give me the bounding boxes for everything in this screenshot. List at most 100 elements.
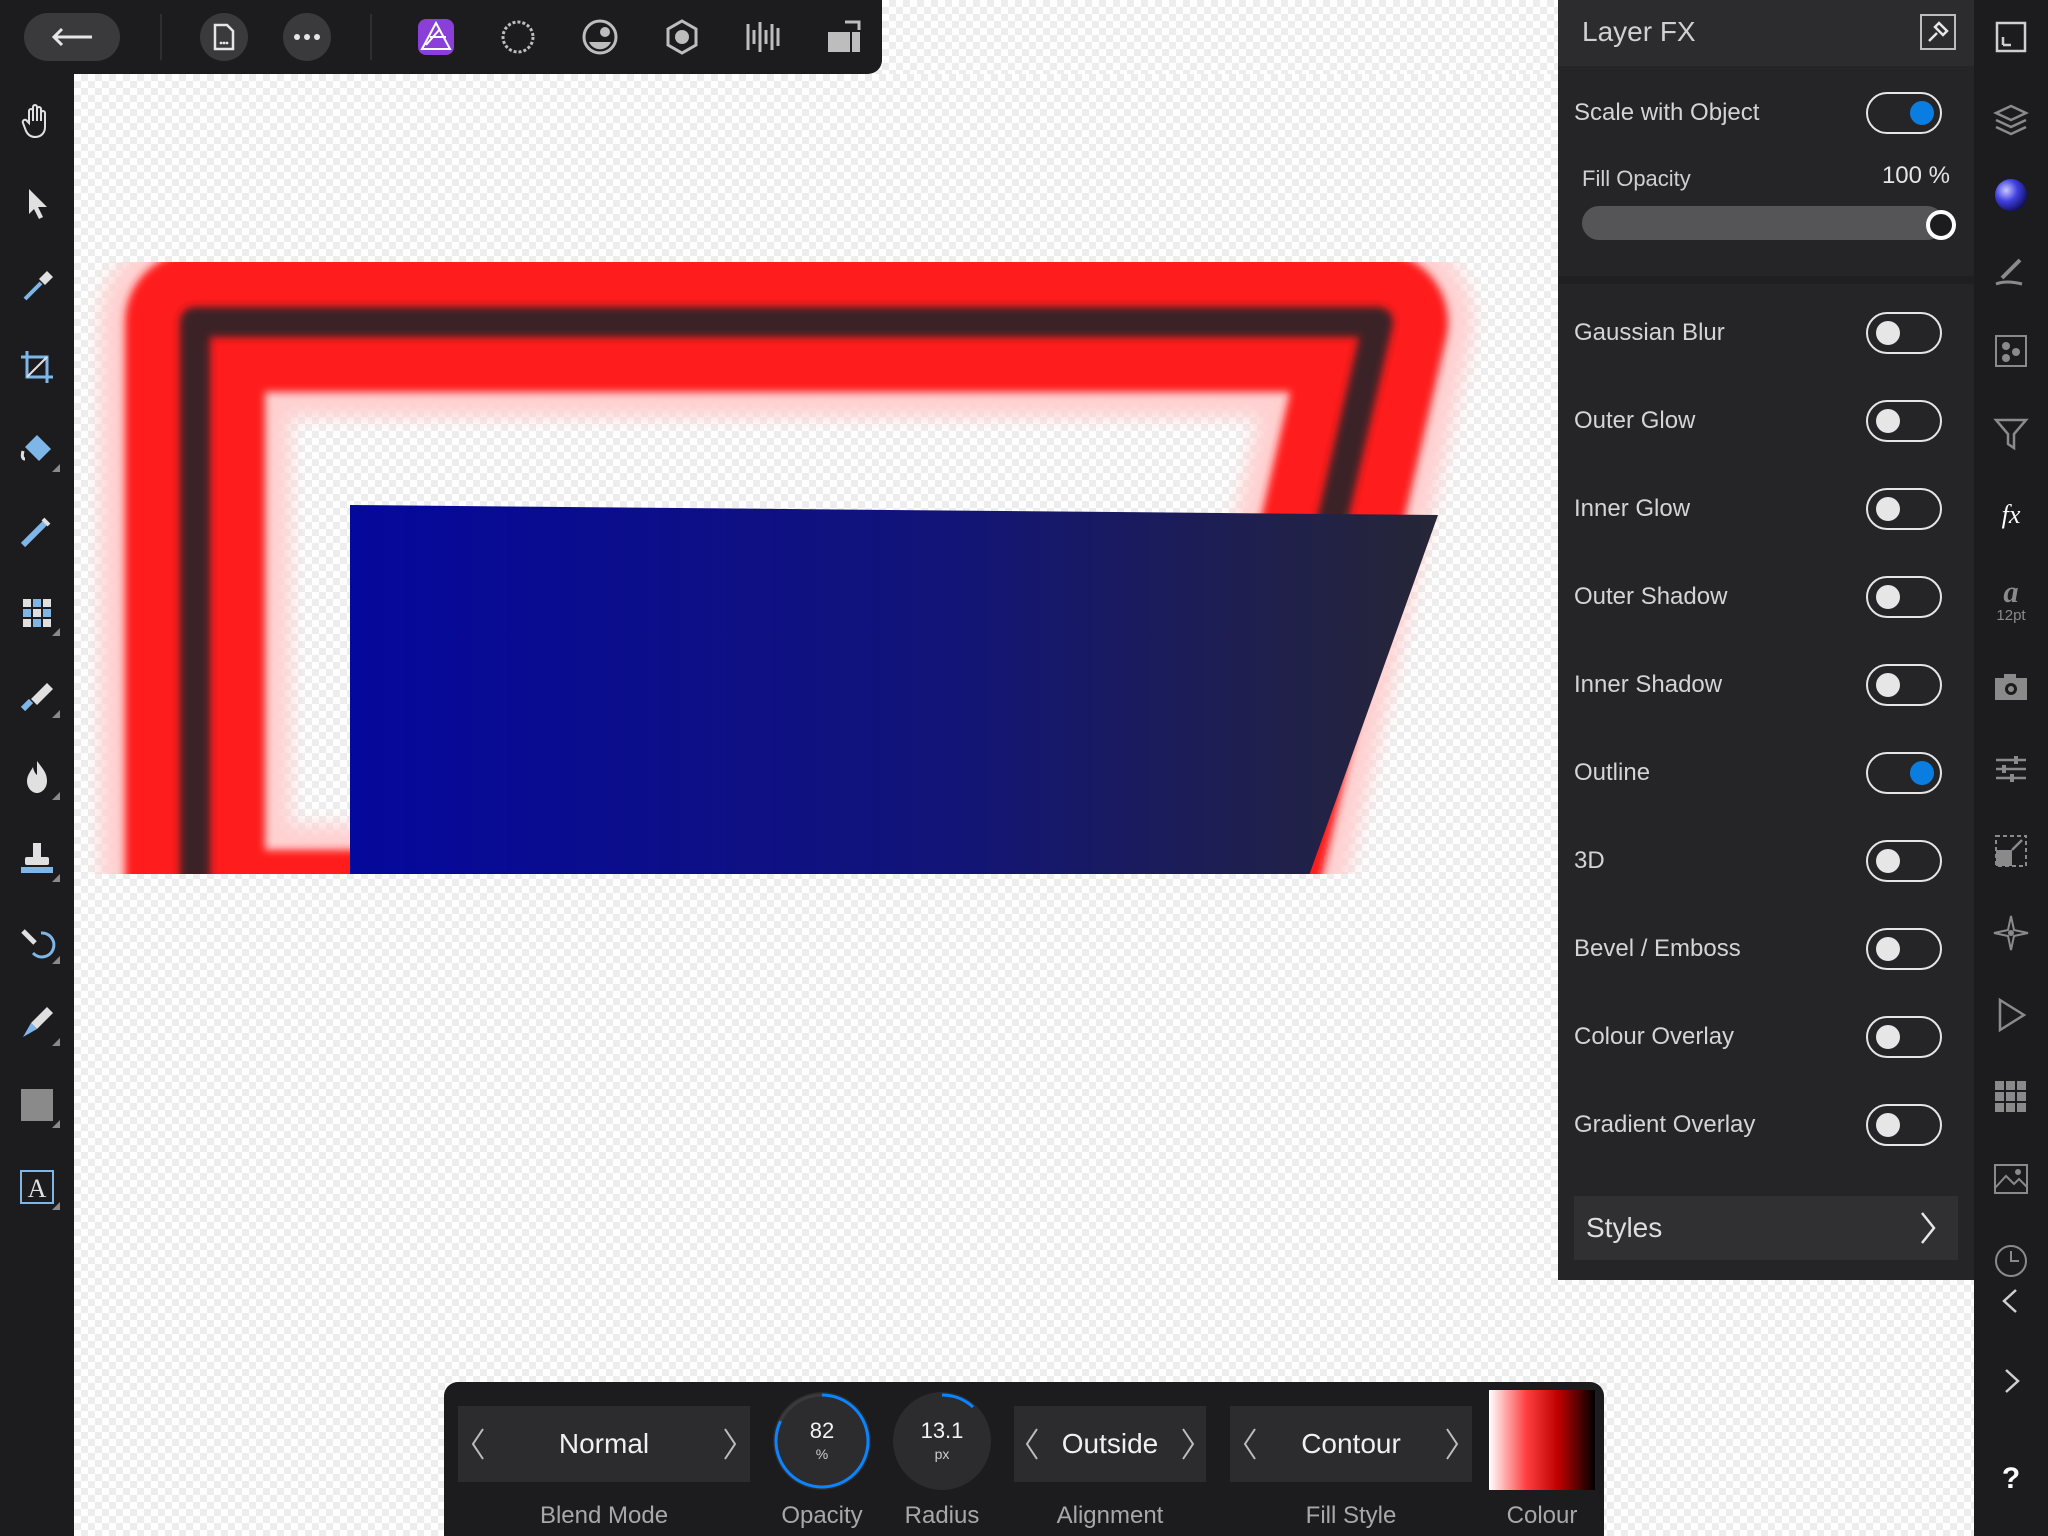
clone-tool[interactable] — [12, 834, 62, 884]
chevron-right-icon — [1446, 1428, 1459, 1460]
undo-brush-tool[interactable] — [12, 916, 62, 966]
toggle-knob — [1876, 409, 1900, 433]
bevel-emboss-toggle[interactable] — [1866, 928, 1942, 970]
collapse-panel-button[interactable] — [1986, 1276, 2036, 1326]
fill-opacity-label: Fill Opacity — [1582, 166, 1691, 191]
selection-brush-tool[interactable] — [12, 506, 62, 556]
chevron-right-icon — [1182, 1428, 1195, 1460]
separator — [370, 14, 372, 60]
navigator-tab[interactable] — [1986, 908, 2036, 958]
tool-group-indicator — [52, 956, 60, 964]
macro-tab[interactable] — [1986, 990, 2036, 1040]
arrow-pointer-icon — [29, 189, 47, 219]
brushes-tab[interactable] — [1986, 246, 2036, 296]
toggle-knob — [1876, 849, 1900, 873]
develop-persona-button[interactable] — [576, 13, 624, 61]
tool-group-indicator — [52, 1038, 60, 1046]
colour-overlay-toggle[interactable] — [1866, 1016, 1942, 1058]
back-button[interactable] — [24, 13, 120, 61]
compass-icon — [1993, 915, 2029, 951]
sliders-icon — [1996, 756, 2026, 782]
blend-mode-selector[interactable]: Normal — [458, 1406, 750, 1482]
gradient-overlay-toggle[interactable] — [1866, 1104, 1942, 1146]
pin-panel-button[interactable] — [1920, 14, 1956, 50]
brush-icon — [20, 683, 53, 712]
fill-style-selector[interactable]: Contour — [1230, 1406, 1472, 1482]
inner-shadow-toggle[interactable] — [1866, 664, 1942, 706]
view-tool[interactable] — [12, 96, 62, 146]
opacity-label: Opacity — [781, 1502, 863, 1529]
effect-label: Bevel / Emboss — [1574, 935, 1741, 962]
transform-tab[interactable] — [1986, 826, 2036, 876]
paint-brush-tool[interactable] — [12, 670, 62, 720]
colour-picker-tool[interactable] — [12, 260, 62, 310]
shape-with-outline[interactable] — [74, 74, 1574, 874]
document-icon — [213, 23, 235, 51]
inner-glow-toggle[interactable] — [1866, 488, 1942, 530]
tool-group-indicator — [52, 874, 60, 882]
styles-label: Styles — [1586, 1212, 1663, 1243]
adjustments-tab[interactable] — [1986, 744, 2036, 794]
fullscreen-toggle[interactable] — [1986, 12, 2036, 62]
more-button[interactable] — [283, 13, 331, 61]
styles-button[interactable]: Styles — [1574, 1196, 1958, 1260]
alignment-selector[interactable]: Outside — [1014, 1406, 1206, 1482]
chevron-left-icon — [1243, 1428, 1256, 1460]
outline-toggle[interactable] — [1866, 752, 1942, 794]
dodge-burn-tool[interactable] — [12, 752, 62, 802]
previous-fill-style-button[interactable] — [1236, 1424, 1264, 1464]
expand-panel-button[interactable] — [1986, 1356, 2036, 1406]
layer-fx-panel: Layer FX Scale with Object Fill Opacity … — [1558, 0, 1974, 1280]
funnel-icon — [1993, 418, 2029, 451]
move-tool[interactable] — [12, 178, 62, 228]
pin-icon — [1928, 21, 1949, 42]
colour-tab[interactable] — [1986, 170, 2036, 220]
filters-tab[interactable] — [1986, 408, 2036, 458]
opacity-dial[interactable]: 82 % — [773, 1392, 871, 1490]
previous-blend-mode-button[interactable] — [464, 1424, 492, 1464]
text-tool[interactable]: A — [12, 1162, 62, 1212]
next-blend-mode-button[interactable] — [716, 1424, 744, 1464]
transform-icon — [1995, 835, 2027, 867]
document-button[interactable] — [200, 13, 248, 61]
tone-mapping-persona-button[interactable] — [658, 13, 706, 61]
layers-tab[interactable] — [1986, 94, 2036, 144]
outer-glow-toggle[interactable] — [1866, 400, 1942, 442]
slider-thumb[interactable] — [1926, 210, 1956, 240]
export-persona-button[interactable] — [740, 13, 788, 61]
shape-fill — [350, 505, 1438, 874]
text-styles-tab[interactable]: a 12pt — [1986, 566, 2036, 632]
pen-tool[interactable] — [12, 998, 62, 1048]
shape-tool[interactable] — [12, 1080, 62, 1130]
toggle-knob — [1876, 1113, 1900, 1137]
previous-alignment-button[interactable] — [1018, 1424, 1046, 1464]
swatches-tab[interactable] — [1986, 1072, 2036, 1122]
gaussian-blur-toggle[interactable] — [1866, 312, 1942, 354]
channels-icon — [1995, 335, 2027, 367]
liquify-persona-button[interactable] — [494, 13, 542, 61]
radius-dial[interactable]: 13.1 px — [893, 1392, 991, 1490]
stock-tab[interactable] — [1986, 662, 2036, 712]
outer-shadow-toggle[interactable] — [1866, 576, 1942, 618]
scale-with-object-toggle[interactable] — [1866, 92, 1942, 134]
marquee-tool[interactable] — [12, 588, 62, 638]
fx-tab[interactable]: fx — [1986, 490, 2036, 540]
photo-persona-button[interactable] — [412, 13, 460, 61]
help-button[interactable]: ? — [1986, 1454, 2036, 1504]
text-size-label: 12pt — [1996, 606, 2026, 624]
tool-group-indicator — [52, 464, 60, 472]
blend-mode-label: Blend Mode — [539, 1502, 669, 1529]
fill-opacity-slider[interactable] — [1582, 206, 1956, 240]
svg-text:A: A — [28, 1174, 47, 1203]
crop-tool[interactable] — [12, 342, 62, 392]
channels-tab[interactable] — [1986, 326, 2036, 376]
next-alignment-button[interactable] — [1174, 1424, 1202, 1464]
top-toolbar — [0, 0, 882, 74]
flood-fill-tool[interactable] — [12, 424, 62, 474]
layers-icon — [1993, 104, 2029, 136]
3d-toggle[interactable] — [1866, 840, 1942, 882]
view-button[interactable] — [820, 13, 868, 61]
colour-swatch[interactable] — [1489, 1390, 1595, 1490]
photos-tab[interactable] — [1986, 1154, 2036, 1204]
next-fill-style-button[interactable] — [1438, 1424, 1466, 1464]
